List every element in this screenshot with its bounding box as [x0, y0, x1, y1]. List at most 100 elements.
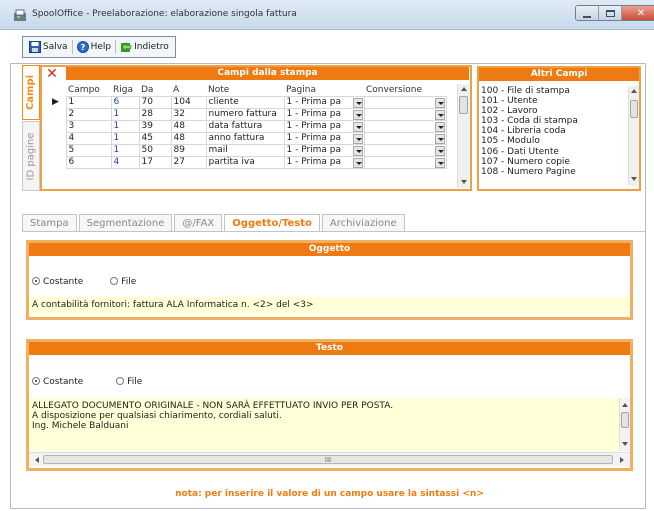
scroll-thumb[interactable]	[459, 96, 468, 114]
scroll-thumb[interactable]: III	[43, 455, 613, 464]
scroll-down-icon[interactable]	[631, 177, 637, 181]
cell-conversione-dropdown[interactable]	[363, 155, 447, 169]
scroll-up-icon[interactable]	[622, 403, 628, 407]
list-item[interactable]: 108 - Numero Pagine	[481, 167, 629, 177]
dropdown-arrow-icon[interactable]	[434, 133, 445, 143]
radio-icon[interactable]	[110, 277, 119, 285]
cell-riga[interactable]: 1	[110, 143, 140, 157]
radio-selected-icon[interactable]	[32, 277, 40, 285]
testo-hscrollbar[interactable]: III	[29, 452, 630, 466]
oggetto-input[interactable]: A contabilità fornitori: fattura ALA Inf…	[29, 297, 630, 314]
cell-da[interactable]: 39	[138, 119, 172, 133]
list-item[interactable]: 105 - Modulo	[481, 136, 629, 146]
cell-pagina-dropdown[interactable]: 1 - Prima pa	[283, 155, 365, 169]
oggetto-radio-costante[interactable]: Costante	[32, 277, 83, 287]
close-button[interactable]: ✕	[622, 6, 654, 20]
list-item[interactable]: 103 - Coda di stampa	[481, 116, 629, 126]
delete-row-button[interactable]: ✕	[43, 66, 61, 82]
dropdown-arrow-icon[interactable]	[352, 109, 363, 119]
scroll-right-icon[interactable]	[620, 457, 624, 463]
table-row[interactable]: ▶ 1 6 70 104 cliente 1 - Prima pa	[50, 95, 447, 109]
cell-da[interactable]: 17	[138, 155, 172, 169]
dropdown-arrow-icon[interactable]	[434, 145, 445, 155]
scroll-thumb[interactable]	[630, 100, 638, 118]
list-item[interactable]: 100 - File di stampa	[481, 86, 629, 96]
altri-campi-list[interactable]: 100 - File di stampa 101 - Utente 102 - …	[479, 86, 629, 189]
save-button[interactable]: Salva	[26, 41, 71, 53]
dropdown-arrow-icon[interactable]	[352, 145, 363, 155]
cell-riga[interactable]: 1	[110, 107, 140, 121]
cell-campo[interactable]: 1	[65, 95, 112, 109]
list-item[interactable]: 107 - Numero copie	[481, 157, 629, 167]
scroll-up-icon[interactable]	[461, 87, 467, 91]
dropdown-arrow-icon[interactable]	[352, 157, 363, 167]
list-item[interactable]: 102 - Lavoro	[481, 106, 629, 116]
tab-fax[interactable]: @/FAX	[174, 214, 223, 232]
testo-textarea[interactable]: ALLEGATO DOCUMENTO ORIGINALE - NON SARÀ …	[29, 398, 630, 451]
cell-a[interactable]: 32	[170, 107, 207, 121]
cell-da[interactable]: 45	[138, 131, 172, 145]
vtab-id-pagine[interactable]: ID pagine	[22, 121, 40, 191]
dropdown-arrow-icon[interactable]	[434, 157, 445, 167]
scroll-up-icon[interactable]	[631, 89, 637, 93]
cell-a[interactable]: 104	[170, 95, 207, 109]
vtab-campi[interactable]: Campi	[22, 65, 40, 120]
tab-oggetto-testo[interactable]: Oggetto/Testo	[224, 214, 320, 232]
scroll-left-icon[interactable]	[35, 457, 39, 463]
scroll-down-icon[interactable]	[461, 180, 467, 184]
tab-archiviazione[interactable]: Archiviazione	[321, 214, 405, 232]
testo-radio-costante[interactable]: Costante	[32, 377, 83, 387]
cell-note[interactable]: cliente	[205, 95, 285, 109]
dropdown-arrow-icon[interactable]	[352, 133, 363, 143]
maximize-button[interactable]	[599, 6, 622, 20]
cell-conversione-dropdown[interactable]	[363, 107, 447, 121]
cell-pagina-dropdown[interactable]: 1 - Prima pa	[283, 95, 365, 109]
back-button[interactable]: Indietro	[117, 41, 172, 53]
dropdown-arrow-icon[interactable]	[434, 109, 445, 119]
dropdown-arrow-icon[interactable]	[434, 121, 445, 131]
cell-da[interactable]: 70	[138, 95, 172, 109]
testo-vscrollbar[interactable]	[619, 398, 630, 451]
cell-a[interactable]: 89	[170, 143, 207, 157]
cell-note[interactable]: mail	[205, 143, 285, 157]
cell-campo[interactable]: 4	[65, 131, 112, 145]
cell-a[interactable]: 27	[170, 155, 207, 169]
table-row[interactable]: 2 1 28 32 numero fattura 1 - Prima pa	[50, 107, 447, 121]
cell-pagina-dropdown[interactable]: 1 - Prima pa	[283, 119, 365, 133]
cell-campo[interactable]: 5	[65, 143, 112, 157]
cell-da[interactable]: 50	[138, 143, 172, 157]
cell-riga[interactable]: 1	[110, 131, 140, 145]
table-row[interactable]: 4 1 45 48 anno fattura 1 - Prima pa	[50, 131, 447, 145]
minimize-button[interactable]	[576, 6, 599, 20]
tab-segmentazione[interactable]: Segmentazione	[78, 214, 173, 232]
scroll-down-icon[interactable]	[622, 442, 628, 446]
cell-conversione-dropdown[interactable]	[363, 95, 447, 109]
oggetto-radio-file[interactable]: File	[110, 277, 136, 287]
radio-selected-icon[interactable]	[32, 377, 40, 385]
cell-note[interactable]: anno fattura	[205, 131, 285, 145]
cell-campo[interactable]: 6	[65, 155, 112, 169]
scroll-thumb[interactable]	[621, 412, 629, 428]
cell-a[interactable]: 48	[170, 131, 207, 145]
tab-stampa[interactable]: Stampa	[22, 214, 77, 232]
cell-riga[interactable]: 1	[110, 119, 140, 133]
cell-conversione-dropdown[interactable]	[363, 131, 447, 145]
cell-campo[interactable]: 2	[65, 107, 112, 121]
dropdown-arrow-icon[interactable]	[434, 97, 445, 107]
table-row[interactable]: 3 1 39 48 data fattura 1 - Prima pa	[50, 119, 447, 133]
cell-note[interactable]: partita iva	[205, 155, 285, 169]
testo-radio-file[interactable]: File	[116, 377, 142, 387]
help-button[interactable]: ? Help	[74, 41, 115, 53]
cell-pagina-dropdown[interactable]: 1 - Prima pa	[283, 131, 365, 145]
cell-riga[interactable]: 6	[110, 95, 140, 109]
list-item[interactable]: 106 - Dati Utente	[481, 147, 629, 157]
cell-riga[interactable]: 4	[110, 155, 140, 169]
table-row[interactable]: 5 1 50 89 mail 1 - Prima pa	[50, 143, 447, 157]
dropdown-arrow-icon[interactable]	[352, 97, 363, 107]
cell-note[interactable]: numero fattura	[205, 107, 285, 121]
cell-conversione-dropdown[interactable]	[363, 119, 447, 133]
cell-a[interactable]: 48	[170, 119, 207, 133]
grid-scrollbar[interactable]	[457, 84, 469, 188]
cell-pagina-dropdown[interactable]: 1 - Prima pa	[283, 143, 365, 157]
table-row[interactable]: 6 4 17 27 partita iva 1 - Prima pa	[50, 155, 447, 169]
